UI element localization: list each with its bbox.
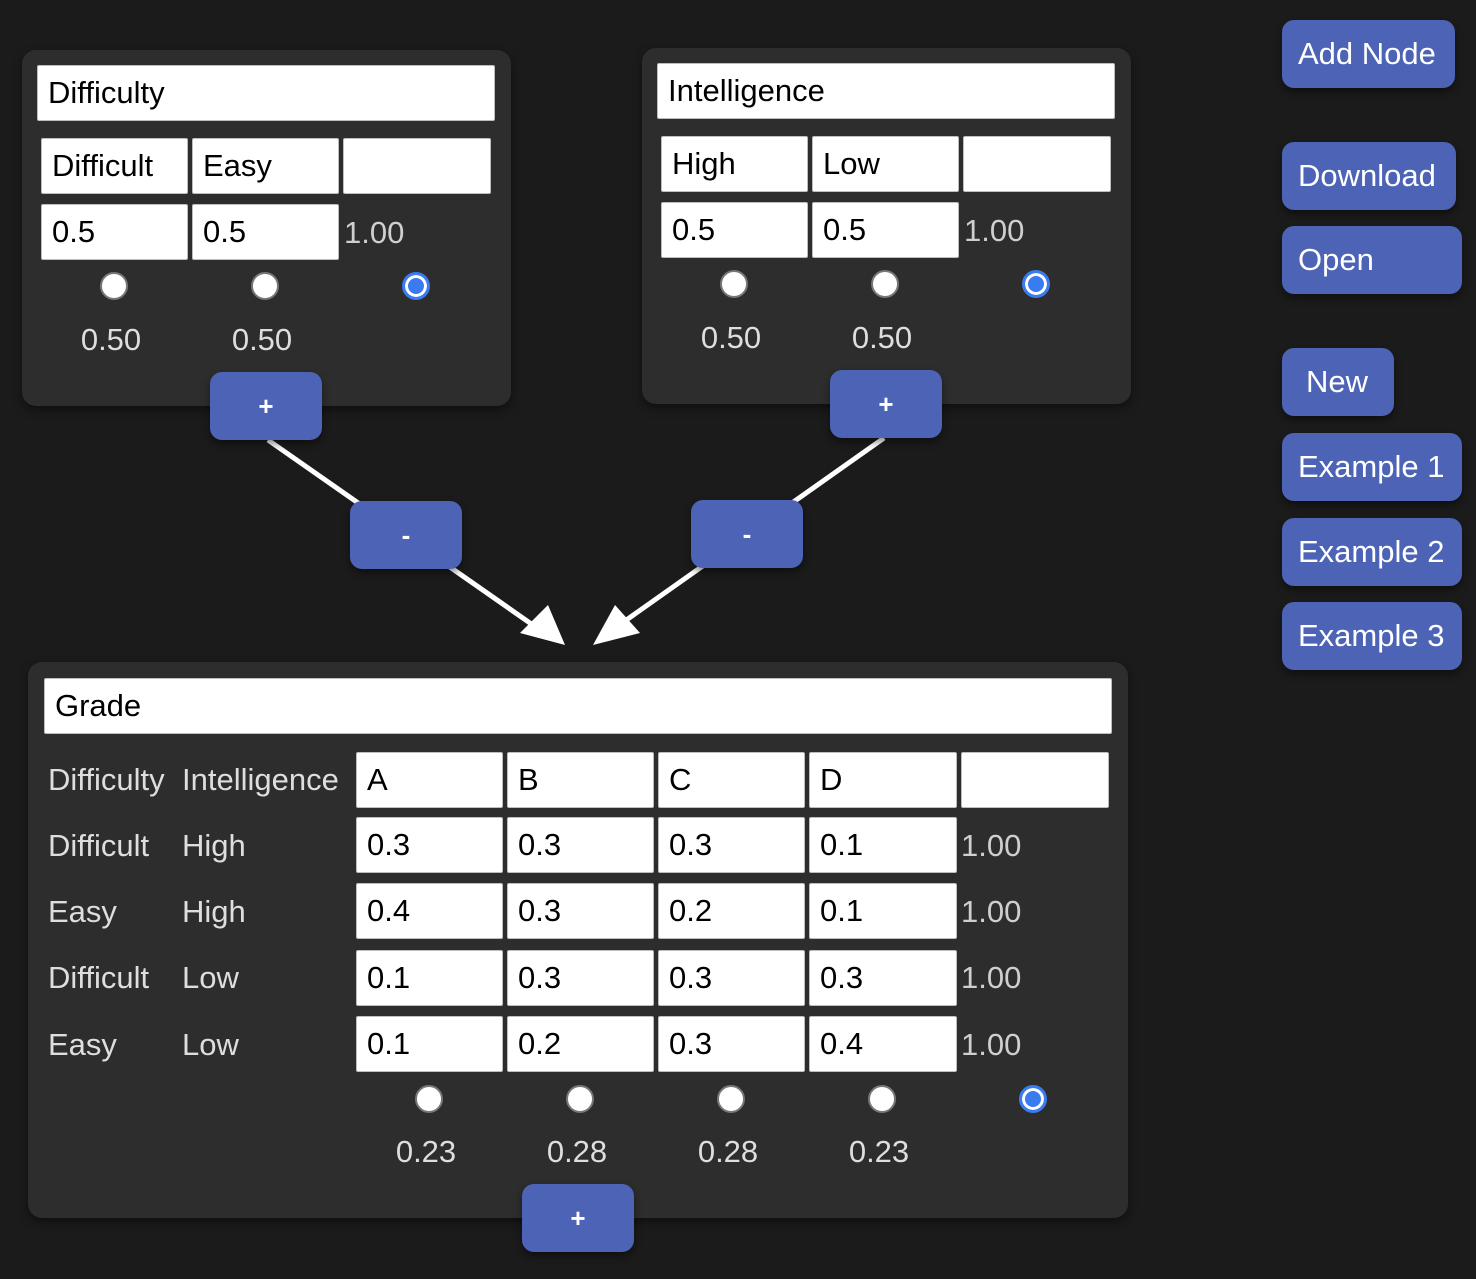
marginal-1: 0.50 [231,322,293,357]
marginal-1: 0.50 [851,320,913,355]
add-edge-button-intelligence[interactable]: + [830,370,942,438]
cpt-cell[interactable] [809,1016,957,1072]
node-grade: Difficulty Intelligence Difficult High 1… [28,662,1128,1218]
example-1-button[interactable]: Example 1 [1282,433,1462,501]
marginal-0: 0.50 [700,320,762,355]
cpt-cell[interactable] [507,950,654,1006]
remove-edge-button-difficulty-grade[interactable]: - [350,501,462,569]
state-input-0[interactable] [661,136,808,192]
node-name-input[interactable] [657,63,1115,119]
marginal-2: 0.28 [697,1134,759,1169]
cpt-cell[interactable] [507,817,654,873]
cpt-cell[interactable] [658,817,805,873]
cpt-cell[interactable] [356,1016,503,1072]
state-input-0[interactable] [356,752,503,808]
radio-state-3[interactable] [868,1085,896,1113]
radio-state-0[interactable] [720,270,748,298]
node-name-input[interactable] [37,65,495,121]
open-button[interactable]: Open [1282,226,1462,294]
state-input-0[interactable] [41,138,188,194]
cpt-cell[interactable] [809,817,957,873]
marginal-0: 0.23 [395,1134,457,1169]
parent-header-difficulty: Difficulty [48,762,165,797]
prob-input-1[interactable] [812,202,959,258]
row-sum: 1.00 [961,828,1022,863]
download-button[interactable]: Download [1282,142,1456,210]
row-parent-intelligence: High [182,894,246,929]
row-parent-difficulty: Difficult [48,828,150,863]
radio-state-0[interactable] [415,1085,443,1113]
row-parent-difficulty: Difficult [48,960,150,995]
row-parent-intelligence: Low [182,960,239,995]
state-input-2[interactable] [658,752,805,808]
cpt-cell[interactable] [809,883,957,939]
remove-edge-button-intelligence-grade[interactable]: - [691,500,803,568]
add-node-button[interactable]: Add Node [1282,20,1455,88]
radio-state-1[interactable] [251,272,279,300]
row-parent-difficulty: Easy [48,1027,117,1062]
cpt-cell[interactable] [356,817,503,873]
marginal-0: 0.50 [80,322,142,357]
cpt-cell[interactable] [658,883,805,939]
node-name-input[interactable] [44,678,1112,734]
prob-input-0[interactable] [661,202,808,258]
cpt-cell[interactable] [356,883,503,939]
state-input-1[interactable] [507,752,654,808]
state-input-3[interactable] [809,752,957,808]
marginal-1: 0.28 [546,1134,608,1169]
cpt-cell[interactable] [809,950,957,1006]
row-parent-intelligence: Low [182,1027,239,1062]
cpt-cell[interactable] [507,1016,654,1072]
radio-none[interactable] [402,272,430,300]
radio-state-1[interactable] [566,1085,594,1113]
prob-input-0[interactable] [41,204,188,260]
radio-state-0[interactable] [100,272,128,300]
new-state-input[interactable] [963,136,1111,192]
state-input-1[interactable] [192,138,339,194]
add-edge-button-grade[interactable]: + [522,1184,634,1252]
row-sum: 1.00 [964,213,1025,248]
new-state-input[interactable] [961,752,1109,808]
cpt-cell[interactable] [658,950,805,1006]
row-sum: 1.00 [961,1027,1022,1062]
new-state-input[interactable] [343,138,491,194]
marginal-3: 0.23 [848,1134,910,1169]
add-edge-button-difficulty[interactable]: + [210,372,322,440]
example-2-button[interactable]: Example 2 [1282,518,1462,586]
node-difficulty: 1.00 0.50 0.50 [22,50,511,406]
arrowhead-difficulty-grade [520,605,565,645]
state-input-1[interactable] [812,136,959,192]
radio-state-1[interactable] [871,270,899,298]
row-sum: 1.00 [961,960,1022,995]
example-3-button[interactable]: Example 3 [1282,602,1462,670]
cpt-cell[interactable] [507,883,654,939]
row-parent-intelligence: High [182,828,246,863]
arrowhead-intelligence-grade [593,605,640,645]
new-button[interactable]: New [1282,348,1394,416]
parent-header-intelligence: Intelligence [182,762,339,797]
radio-none[interactable] [1022,270,1050,298]
cpt-cell[interactable] [356,950,503,1006]
node-intelligence: 1.00 0.50 0.50 [642,48,1131,404]
row-sum: 1.00 [961,894,1022,929]
radio-none[interactable] [1019,1085,1047,1113]
row-parent-difficulty: Easy [48,894,117,929]
prob-input-1[interactable] [192,204,339,260]
row-sum: 1.00 [344,215,405,250]
radio-state-2[interactable] [717,1085,745,1113]
cpt-cell[interactable] [658,1016,805,1072]
